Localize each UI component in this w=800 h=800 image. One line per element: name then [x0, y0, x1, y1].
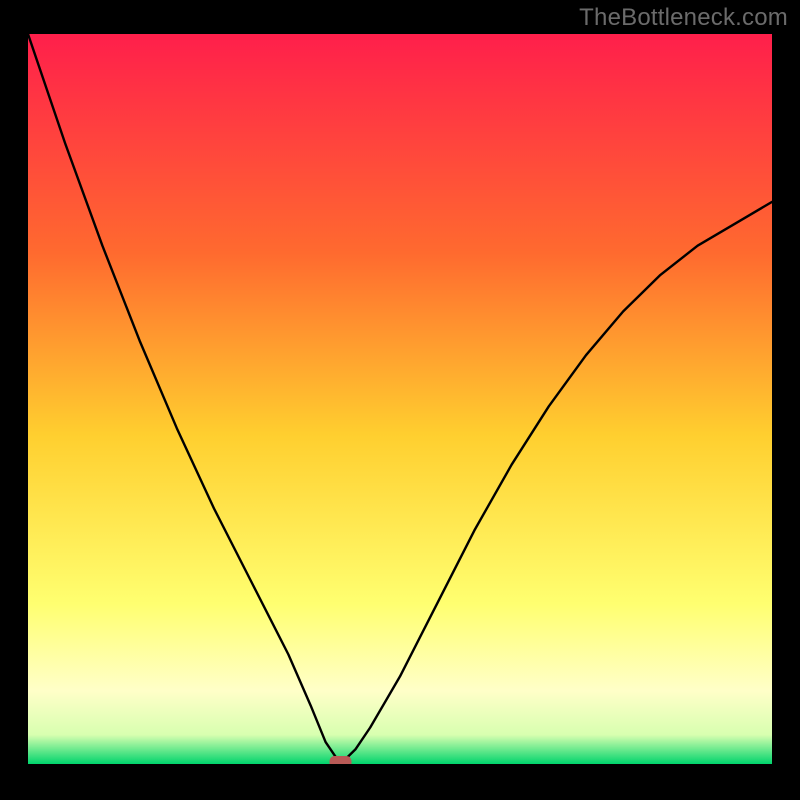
chart-svg: [28, 34, 772, 764]
chart-plot-area: [28, 34, 772, 764]
gradient-background: [28, 34, 772, 764]
watermark-label: TheBottleneck.com: [579, 4, 788, 32]
minimum-marker: [330, 756, 352, 764]
chart-frame: TheBottleneck.com: [0, 0, 800, 800]
